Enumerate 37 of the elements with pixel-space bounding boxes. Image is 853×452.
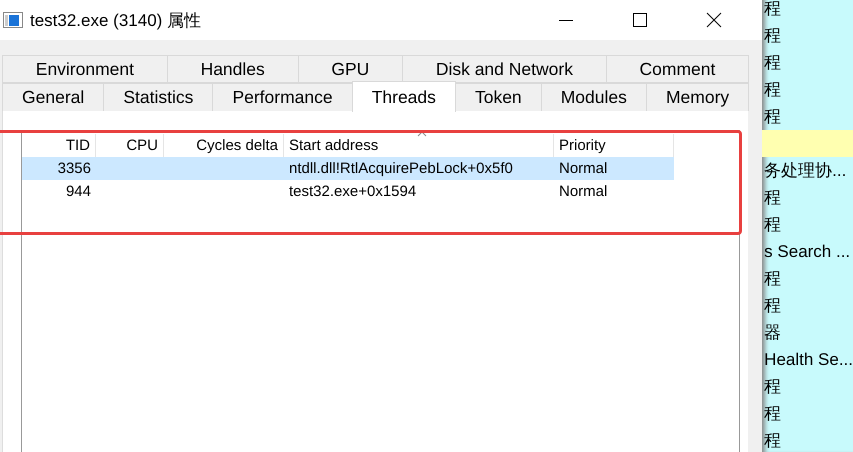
list-item: 程	[764, 80, 782, 99]
tab[interactable]: General	[2, 83, 104, 111]
table-cell-text: 944	[64, 182, 92, 202]
tab[interactable]: GPU	[298, 55, 404, 83]
tab[interactable]: Memory	[646, 83, 750, 111]
maximize-icon	[633, 13, 648, 27]
list-item: 程	[764, 296, 782, 315]
table-cell-text: Normal	[558, 159, 608, 179]
list-item: s Search ...	[764, 242, 850, 261]
tab[interactable]: Comment	[606, 55, 750, 83]
window-icon	[3, 12, 23, 28]
list-item: Health Se...	[764, 350, 853, 369]
table-cell-text: ntdll.dll!RtlAcquirePebLock+0x5f0	[288, 159, 514, 179]
thread-row[interactable]: 944 test32.exe+0x1594 Normal	[22, 180, 674, 203]
list-item: 务处理协...	[764, 161, 846, 180]
list-item: 程	[764, 215, 782, 234]
sort-icon	[417, 131, 427, 137]
table-cell-text: Normal	[558, 182, 608, 202]
tab[interactable]: Environment	[2, 55, 168, 83]
window-title: test32.exe (3140) 属性	[30, 10, 202, 32]
table-cell-text: 3356	[56, 159, 92, 179]
tab[interactable]: Handles	[166, 55, 299, 83]
list-item: 程	[764, 26, 782, 45]
tab[interactable]: Disk and Network	[402, 55, 607, 83]
list-item: 程	[764, 431, 782, 450]
list-item: 程	[764, 404, 782, 423]
close-icon	[706, 12, 722, 28]
list-item: 程	[764, 269, 782, 288]
list-item: 程	[764, 107, 782, 126]
list-item: 程	[764, 53, 782, 72]
list-item: 程	[764, 188, 782, 207]
table-cell-text: test32.exe+0x1594	[288, 182, 418, 202]
list-item: 器	[764, 323, 782, 342]
thread-row[interactable]: 3356 ntdll.dll!RtlAcquirePebLock+0x5f0 Normal	[22, 157, 674, 180]
tab[interactable]: Threads	[352, 81, 456, 112]
list-item: 程	[764, 0, 782, 18]
list-item: 程	[764, 377, 782, 396]
